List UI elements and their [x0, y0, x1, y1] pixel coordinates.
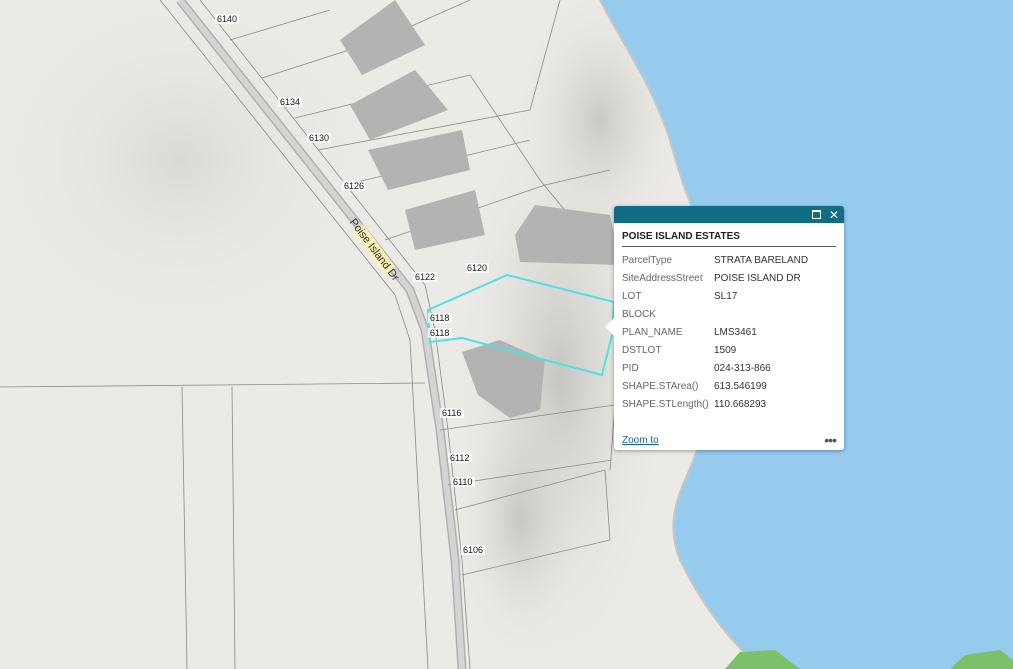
attribute-row: LOT SL17: [622, 287, 808, 305]
attribute-key: SiteAddressStreet: [622, 272, 703, 284]
attribute-value: LMS3461: [714, 326, 757, 338]
zoom-to-link[interactable]: Zoom to: [622, 435, 659, 446]
attribute-row: PID 024-313-866: [622, 359, 808, 377]
attribute-row: PLAN_NAME LMS3461: [622, 323, 808, 341]
map-canvas[interactable]: 6140 6134 6130 6126 6122 6120 6118 6118 6116 6112…: [0, 0, 1013, 669]
attribute-key: PLAN_NAME: [622, 326, 683, 338]
attribute-table: ParcelType STRATA BARELAND SiteAddressStre…: [622, 251, 808, 413]
attribute-value: STRATA BARELAND: [714, 254, 809, 266]
popup-footer: Zoom to •••: [622, 433, 837, 447]
address-label: 6134: [280, 97, 300, 107]
popup-body: POISE ISLAND ESTATES ParcelType STRATA BA…: [614, 223, 844, 413]
address-label: 6110: [453, 477, 472, 487]
popup-header: ✕: [614, 206, 844, 223]
attribute-value: 110.668293: [714, 398, 767, 410]
address-label: 6140: [217, 14, 237, 24]
attribute-key: PID: [622, 362, 639, 374]
attribute-key: BLOCK: [622, 308, 656, 320]
address-label: 6126: [344, 181, 364, 191]
attribute-value: [714, 305, 808, 323]
attribute-value: SL17: [714, 290, 738, 302]
attribute-key: DSTLOT: [622, 344, 662, 356]
attribute-value: 024-313-866: [714, 362, 771, 374]
attribute-value: 613.546199: [714, 380, 767, 392]
attribute-value: POISE ISLAND DR: [714, 272, 801, 284]
popup-title: POISE ISLAND ESTATES: [622, 231, 836, 247]
attribute-row: ParcelType STRATA BARELAND: [622, 251, 808, 269]
close-icon[interactable]: ✕: [827, 208, 841, 222]
address-label: 6112: [450, 453, 469, 463]
maximize-icon[interactable]: [809, 208, 823, 222]
more-actions-icon[interactable]: •••: [824, 433, 837, 447]
address-label: 6118: [430, 313, 449, 323]
address-label: 6106: [463, 545, 483, 555]
attribute-popup[interactable]: ✕ POISE ISLAND ESTATES ParcelType STRATA …: [605, 206, 844, 450]
address-label: 6116: [442, 408, 461, 418]
attribute-row: DSTLOT 1509: [622, 341, 808, 359]
address-label: 6130: [309, 133, 329, 143]
attribute-key: ParcelType: [622, 254, 673, 266]
attribute-key: LOT: [622, 290, 642, 302]
address-label: 6120: [467, 263, 487, 273]
attribute-key: SHAPE.STLength(): [622, 398, 709, 410]
address-label: 6118: [430, 328, 449, 338]
attribute-row: SiteAddressStreet POISE ISLAND DR: [622, 269, 808, 287]
attribute-row: SHAPE.STLength() 110.668293: [622, 395, 808, 413]
address-label: 6122: [415, 272, 435, 282]
attribute-row: BLOCK: [622, 305, 808, 323]
attribute-row: SHAPE.STArea() 613.546199: [622, 377, 808, 395]
popup-pointer: [605, 318, 614, 336]
attribute-key: SHAPE.STArea(): [622, 380, 699, 392]
attribute-value: 1509: [714, 344, 737, 356]
